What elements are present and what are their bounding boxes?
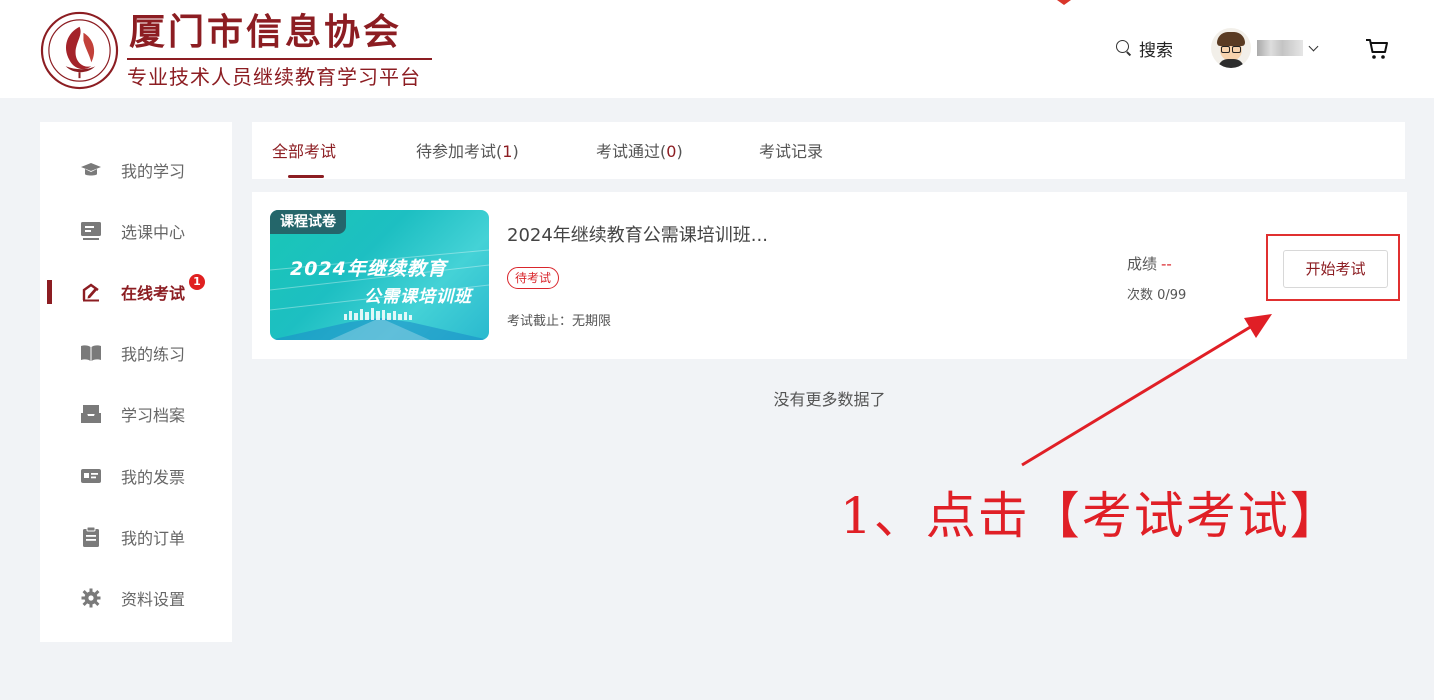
logo-title[interactable]: 厦门市信息协会 [129, 10, 402, 54]
search-button[interactable]: 搜索 [1115, 36, 1173, 61]
sidebar-item-label: 我的发票 [121, 468, 186, 487]
sidebar-item-course-center[interactable]: 选课中心 [40, 211, 232, 251]
tab-count: 1 [502, 142, 513, 161]
exam-title[interactable]: 2024年继续教育公需课培训班... [507, 221, 768, 247]
sidebar-item-label: 我的练习 [121, 345, 186, 364]
score-label: 成绩 [1127, 255, 1158, 273]
tab-count: 0 [666, 142, 677, 161]
archive-icon [81, 405, 101, 423]
ribbon-marker-icon [1057, 0, 1071, 5]
tab-all-exams[interactable]: 全部考试 [272, 138, 337, 178]
tab-label: 待参加考试 [416, 142, 497, 161]
exam-tabs: 全部考试 待参加考试(1) 考试通过(0) 考试记录 [252, 122, 1405, 179]
thumbnail-subheadline: 公需课培训班 [364, 287, 472, 307]
search-label: 搜索 [1139, 40, 1173, 61]
sidebar-item-label: 资料设置 [121, 590, 186, 609]
start-exam-button[interactable]: 开始考试 [1283, 250, 1388, 288]
notification-badge: 1 [189, 274, 205, 290]
tab-label: 考试记录 [759, 142, 824, 161]
sidebar-item-study-archive[interactable]: 学习档案 [40, 394, 232, 434]
sidebar-item-online-exam[interactable]: 在线考试 1 [40, 272, 232, 312]
thumbnail-tag: 课程试卷 [270, 210, 346, 234]
search-icon [1115, 39, 1133, 57]
sidebar-item-label: 选课中心 [121, 223, 186, 242]
sidebar-item-label: 学习档案 [121, 406, 186, 425]
avatar[interactable] [1211, 28, 1251, 68]
tab-exam-records[interactable]: 考试记录 [759, 138, 823, 162]
tab-label: 考试通过 [596, 142, 661, 161]
user-menu[interactable] [1211, 28, 1319, 68]
exam-score: 成绩 -- [1127, 253, 1172, 274]
sidebar-item-my-orders[interactable]: 我的订单 [40, 517, 232, 557]
sidebar-item-label: 我的订单 [121, 529, 186, 548]
exam-attempts: 次数 0/99 [1127, 288, 1187, 303]
sidebar-item-label: 我的学习 [121, 162, 186, 181]
graduation-cap-icon [81, 163, 101, 176]
exam-pen-icon [82, 283, 99, 302]
sidebar-item-my-invoice[interactable]: 我的发票 [40, 456, 232, 496]
tab-pending-exams[interactable]: 待参加考试(1) [416, 138, 519, 162]
sidebar-item-my-practice[interactable]: 我的练习 [40, 333, 232, 373]
exam-card: 课程试卷 2024年继续教育 公需课培训班 2024年继续教育公需课培训班...… [252, 192, 1407, 359]
association-seal-icon[interactable] [40, 11, 119, 90]
sidebar: 我的学习 选课中心 在线考试 1 我的练习 学习档案 我的发票 我的订单 资料设… [40, 122, 232, 642]
sidebar-item-profile-settings[interactable]: 资料设置 [40, 578, 232, 618]
site-header: 厦门市信息协会 专业技术人员继续教育学习平台 搜索 [0, 0, 1434, 98]
logo-subtitle: 专业技术人员继续教育学习平台 [127, 65, 421, 89]
sidebar-item-my-study[interactable]: 我的学习 [40, 150, 232, 190]
active-indicator [47, 280, 52, 304]
tab-passed-exams[interactable]: 考试通过(0) [596, 138, 683, 162]
gear-icon [81, 588, 101, 608]
clipboard-icon [83, 527, 99, 547]
logo-divider [127, 58, 432, 60]
status-badge: 待考试 [507, 267, 560, 289]
exam-deadline: 考试截止：无期限 [507, 314, 612, 329]
chevron-down-icon[interactable] [1308, 41, 1319, 51]
thumbnail-headline: 2024年继续教育 [290, 258, 447, 280]
tab-active-underline [288, 175, 324, 178]
sidebar-item-label: 在线考试 [121, 284, 186, 303]
score-value: -- [1161, 255, 1172, 273]
user-name-masked[interactable] [1257, 40, 1303, 56]
course-thumbnail[interactable]: 课程试卷 2024年继续教育 公需课培训班 [270, 210, 489, 340]
tab-label: 全部考试 [272, 142, 337, 161]
invoice-icon [81, 469, 101, 483]
book-icon [81, 345, 101, 361]
cart-icon[interactable] [1364, 36, 1390, 62]
annotation-text: 1、点击【考试考试】 [840, 487, 1342, 545]
monitor-icon [81, 222, 101, 240]
